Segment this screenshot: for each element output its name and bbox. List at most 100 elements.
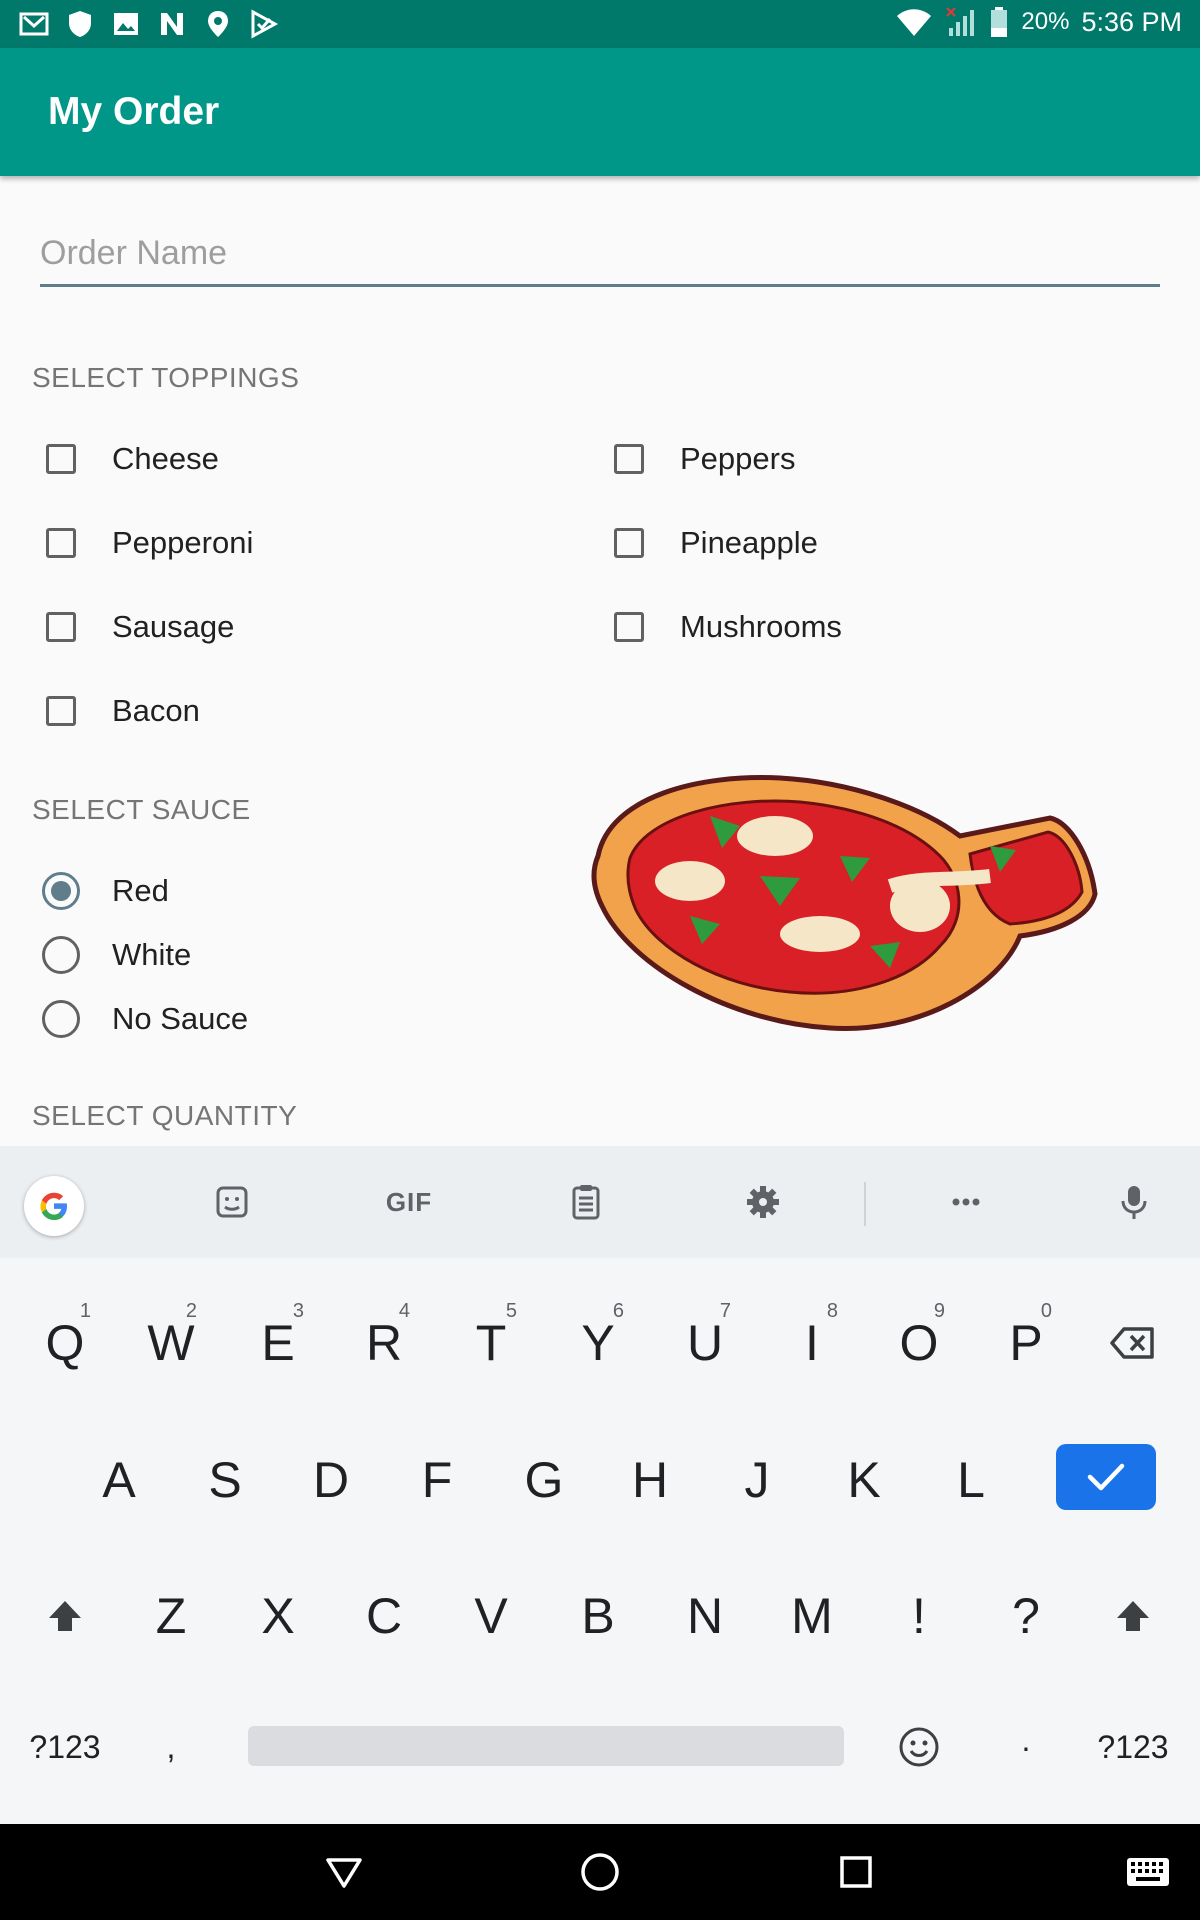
key-u[interactable]: U7 [655,1288,755,1398]
key-v[interactable]: V [441,1561,541,1671]
sauce-radio-white[interactable]: White [32,925,191,985]
key-i[interactable]: I8 [762,1288,862,1398]
topping-checkbox-peppers[interactable]: Peppers [600,429,795,489]
checkbox-icon[interactable] [614,444,644,474]
topping-checkbox-mushrooms[interactable]: Mushrooms [600,597,842,657]
navigation-bar [0,1824,1200,1920]
key-g[interactable]: G [494,1425,594,1535]
key-question[interactable]: ? [976,1561,1076,1671]
shield-icon [69,11,91,37]
key-label: E [261,1315,295,1371]
shift-icon [49,1601,81,1631]
key-w[interactable]: W2 [121,1288,221,1398]
key-hint: 9 [933,1300,945,1322]
pizza-image [591,775,1098,1032]
enter-key[interactable] [1056,1444,1156,1510]
key-b[interactable]: B [548,1561,648,1671]
topping-checkbox-bacon[interactable]: Bacon [32,681,200,741]
key-q[interactable]: Q1 [15,1288,115,1398]
key-n[interactable]: N [655,1561,755,1671]
checkbox-icon[interactable] [46,528,76,558]
key-e[interactable]: E3 [228,1288,328,1398]
key-h[interactable]: H [600,1425,700,1535]
key-label: H [631,1452,669,1508]
page-title: My Order [48,90,220,133]
key-label: Y [581,1315,615,1371]
sauce-label: White [112,937,192,972]
sauce-radio-no-sauce[interactable]: No Sauce [32,989,248,1049]
app-bar: My Order [0,48,1200,176]
checkbox-icon[interactable] [614,528,644,558]
clock: 5:36 PM [1081,6,1182,37]
key-label: B [581,1588,615,1644]
sauce-label: Red [112,873,169,908]
key-r[interactable]: R4 [334,1288,434,1398]
key-label: S [208,1452,242,1508]
settings-gear-icon[interactable] [741,1180,785,1224]
key-label: J [744,1452,770,1508]
battery-icon [991,7,1008,37]
topping-checkbox-pineapple[interactable]: Pineapple [600,513,818,573]
symbols-key-right[interactable]: ?123 [1083,1692,1183,1802]
key-k[interactable]: K [814,1425,914,1535]
radio-icon[interactable] [42,936,80,974]
key-l[interactable]: L [921,1425,1021,1535]
key-a[interactable]: A [69,1425,169,1535]
clipboard-icon[interactable] [564,1180,608,1224]
key-label: T [475,1315,507,1371]
checkbox-icon[interactable] [46,612,76,642]
key-x[interactable]: X [228,1561,328,1671]
topping-label: Sausage [112,609,235,644]
symbols-key-left[interactable]: ?123 [15,1692,115,1802]
gif-button[interactable]: GIF [384,1180,434,1224]
period-key[interactable]: · [976,1692,1076,1802]
sticker-icon[interactable] [210,1180,254,1224]
order-form: Order Name SELECT TOPPINGS Cheese Pepper… [0,176,1200,1146]
toppings-header: SELECT TOPPINGS [32,362,300,393]
key-label: A [102,1452,136,1508]
recents-button[interactable] [832,1848,880,1896]
key-t[interactable]: T5 [441,1288,541,1398]
key-y[interactable]: Y6 [548,1288,648,1398]
back-button[interactable] [320,1848,368,1896]
key-c[interactable]: C [334,1561,434,1671]
radio-icon[interactable] [42,1000,80,1038]
keyboard-switch-button[interactable] [1124,1848,1172,1896]
shift-key-left[interactable] [15,1561,115,1671]
key-j[interactable]: J [707,1425,807,1535]
key-d[interactable]: D [281,1425,381,1535]
emoji-key[interactable] [869,1692,969,1802]
key-p[interactable]: P0 [976,1288,1076,1398]
checkbox-icon[interactable] [46,696,76,726]
key-m[interactable]: M [762,1561,862,1671]
topping-label: Pineapple [680,525,818,560]
space-bar[interactable] [248,1726,844,1766]
google-search-button[interactable] [24,1176,84,1236]
emoji-icon [899,1727,939,1767]
key-f[interactable]: F [387,1425,487,1535]
home-button[interactable] [576,1848,624,1896]
backspace-key[interactable] [1083,1288,1183,1398]
key-o[interactable]: O9 [869,1288,969,1398]
key-s[interactable]: S [175,1425,275,1535]
order-name-input[interactable]: Order Name [40,234,1160,287]
keyboard-icon [1127,1858,1169,1886]
comma-key[interactable]: , [121,1692,221,1802]
checkmark-icon [1087,1463,1125,1491]
key-hint: 0 [1040,1300,1052,1322]
radio-selected-icon[interactable] [42,872,80,910]
topping-checkbox-sausage[interactable]: Sausage [32,597,234,657]
checkbox-icon[interactable] [614,612,644,642]
key-exclamation[interactable]: ! [869,1561,969,1671]
checkbox-icon[interactable] [46,444,76,474]
topping-checkbox-pepperoni[interactable]: Pepperoni [32,513,253,573]
more-icon[interactable] [944,1180,988,1224]
sauce-label: No Sauce [112,1001,249,1036]
microphone-icon[interactable] [1112,1180,1156,1224]
shift-key-right[interactable] [1083,1561,1183,1671]
key-z[interactable]: Z [121,1561,221,1671]
topping-checkbox-cheese[interactable]: Cheese [32,429,219,489]
sauce-radio-red[interactable]: Red [32,861,169,921]
key-label: K [847,1452,881,1508]
key-label: I [805,1315,819,1371]
